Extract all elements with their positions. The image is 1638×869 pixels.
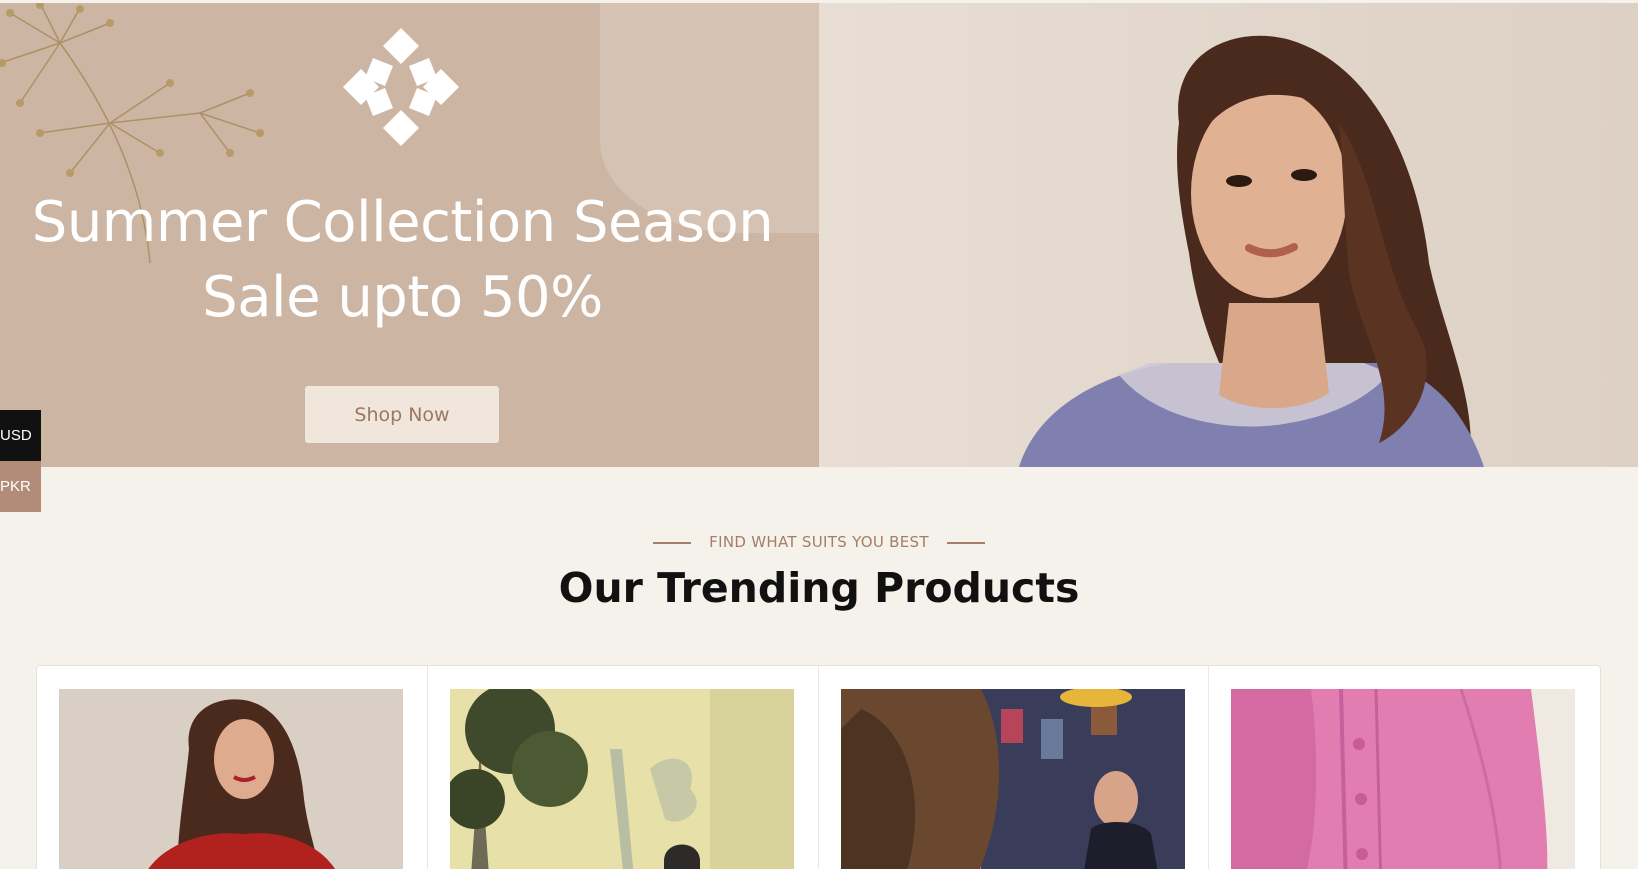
- hero-headline-line2: Sale upto 50%: [202, 265, 603, 330]
- eyebrow-right-divider: [946, 541, 985, 544]
- hero-banner: Summer Collection Season Sale upto 50% S…: [0, 3, 1638, 467]
- shop-now-button[interactable]: Shop Now: [305, 386, 499, 443]
- product-image-model-red-dress[interactable]: [59, 689, 403, 869]
- product-grid: [36, 665, 1601, 869]
- hero-model-panel: [819, 3, 1638, 467]
- product-card[interactable]: [1209, 666, 1600, 869]
- section-eyebrow-text: FIND WHAT SUITS YOU BEST: [709, 533, 929, 551]
- product-card[interactable]: [819, 666, 1210, 869]
- product-image-model-garden-shadow[interactable]: [449, 689, 794, 869]
- product-image-pink-shirt-detail[interactable]: [1231, 689, 1576, 869]
- eyebrow-left-divider: [653, 541, 692, 544]
- hero-left-panel: Summer Collection Season Sale upto 50% S…: [0, 3, 819, 467]
- section-eyebrow: FIND WHAT SUITS YOU BEST: [0, 533, 1638, 551]
- product-image-model-hair-salon[interactable]: [840, 689, 1185, 869]
- hero-headline-line1: Summer Collection Season: [31, 190, 774, 255]
- currency-pkr-button[interactable]: PKR: [0, 461, 41, 512]
- product-card[interactable]: [428, 666, 819, 869]
- product-card[interactable]: [37, 666, 428, 869]
- section-title: Our Trending Products: [558, 564, 1080, 612]
- hero-model-image: [819, 3, 1638, 467]
- brand-logo-icon[interactable]: [343, 28, 459, 146]
- currency-usd-button[interactable]: USD: [0, 410, 41, 461]
- hero-headline: Summer Collection Season Sale upto 50%: [0, 185, 805, 335]
